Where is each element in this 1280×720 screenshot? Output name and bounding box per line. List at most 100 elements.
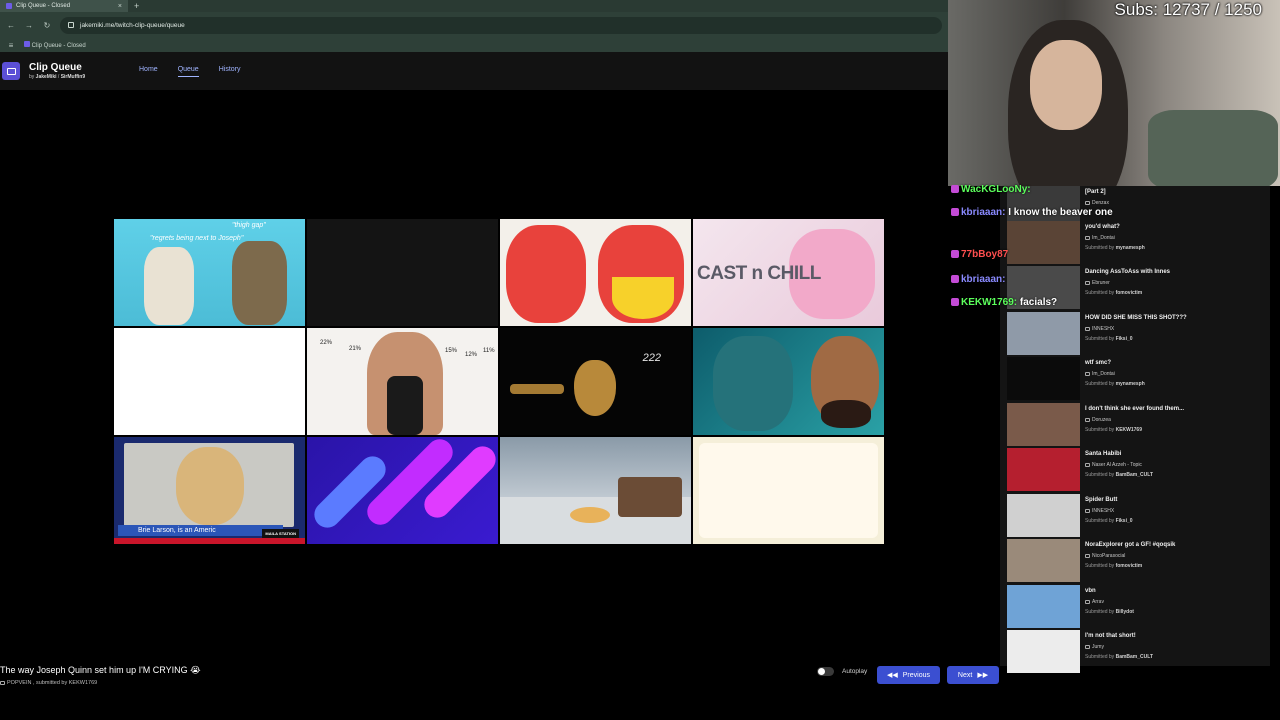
streamer-webcam: Subs: 12737 / 1250 — [948, 0, 1280, 186]
tab-close-icon[interactable]: × — [118, 3, 122, 10]
thumb-caption: 21% — [349, 346, 362, 352]
queue-item[interactable]: wtf smc? Im_Dontai Submitted by mynamesph — [1007, 357, 1267, 400]
thumb-dark-scene[interactable] — [307, 219, 498, 326]
news-lower-third: Brie Larson, is an Americ — [118, 525, 283, 536]
youtube-icon — [1085, 553, 1090, 558]
youtube-icon — [1085, 599, 1090, 604]
author-link-sirmuffin[interactable]: SirMuffin9 — [61, 74, 85, 80]
queue-thumbnail — [1007, 448, 1080, 491]
previous-button[interactable]: ◀◀ Previous — [877, 666, 940, 684]
author-link-jakemiki[interactable]: JakeMiki — [36, 74, 57, 80]
chat-username: WacKGLooNy: — [961, 184, 1031, 195]
youtube-icon — [0, 680, 5, 685]
url-field[interactable]: jakemiki.me/twitch-clip-queue/queue — [60, 16, 942, 34]
queue-item[interactable]: I don't think she ever found them... Doru… — [1007, 403, 1267, 446]
back-arrow-icon[interactable]: ← — [6, 21, 16, 30]
queue-thumbnail — [1007, 585, 1080, 628]
nav-home[interactable]: Home — [139, 66, 158, 77]
queue-item-submitter: Submitted by Fiksi_0 — [1085, 336, 1133, 342]
reload-icon[interactable]: ↻ — [42, 21, 52, 30]
autoplay-label: Autoplay — [842, 668, 868, 675]
tv-logo-icon — [2, 62, 20, 80]
chat-username: KEKW1769: — [961, 297, 1020, 308]
queue-item-title: NoraExplorer got a GF! #qoqsik — [1085, 542, 1176, 548]
queue-item[interactable]: vbn Arrav Submitted by Billydot — [1007, 585, 1267, 628]
thumb-caption: 22% — [320, 340, 333, 346]
chat-text: I know the beaver one — [1008, 207, 1113, 218]
thumb-purple-stripes[interactable] — [307, 437, 498, 544]
queue-item-channel: Doruzea — [1085, 417, 1111, 423]
thumb-caption: "regrets being next to Joseph" — [150, 235, 244, 242]
queue-item[interactable]: you'd what? Im_Dontai Submitted by mynames… — [1007, 221, 1267, 264]
youtube-icon — [1085, 235, 1090, 240]
youtube-icon — [1085, 417, 1090, 422]
bookmarks-bar: ≡ Clip Queue - Closed — [0, 38, 948, 52]
queue-item-title: you'd what? — [1085, 224, 1120, 230]
now-playing-title: The way Joseph Quinn set him up I'M CRYI… — [0, 665, 201, 675]
thumb-caption: 222 — [642, 352, 661, 364]
queue-item-channel: INNESHX — [1085, 508, 1114, 514]
thumb-lock-key[interactable]: 222 — [500, 328, 691, 435]
app-header: Clip Queue by JakeMiki / SirMuffin9 Home… — [0, 52, 948, 90]
chat-username: kbriaaan: — [961, 207, 1009, 218]
queue-item[interactable]: HOW DID SHE MISS THIS SHOT??? INNESHX Subm… — [1007, 312, 1267, 355]
nav-history[interactable]: History — [219, 66, 241, 77]
queue-item[interactable]: Spider Butt INNESHX Submitted by Fiksi_0 — [1007, 494, 1267, 537]
queue-item-title: wtf smc? — [1085, 360, 1112, 366]
queue-item-title: HOW DID SHE MISS THIS SHOT??? — [1085, 315, 1187, 321]
thumb-body-fat[interactable]: 22% 21% 15% 12% 11% — [307, 328, 498, 435]
queue-item-submitter: Submitted by KEKW1769 — [1085, 427, 1142, 433]
queue-item[interactable]: I'm not that short! Jumy Submitted by BamB… — [1007, 630, 1267, 673]
bookmark-item[interactable]: Clip Queue - Closed — [24, 41, 86, 49]
queue-item-channel: Jumy — [1085, 644, 1104, 650]
nav-queue[interactable]: Queue — [177, 66, 199, 77]
queue-thumbnail — [1007, 494, 1080, 537]
youtube-icon — [1085, 200, 1090, 205]
queue-item-channel: Ebruner — [1085, 280, 1110, 286]
thumb-cast-n-chill[interactable]: CAST n CHILL — [693, 219, 884, 326]
crying-emoji-icon: 😭 — [190, 665, 201, 675]
address-bar: ← → ↻ jakemiki.me/twitch-clip-queue/queu… — [0, 12, 948, 38]
bookmark-label: Clip Queue - Closed — [31, 43, 86, 49]
queue-item[interactable]: Santa Habibi Naser Al Azzeh - Topic Submit… — [1007, 448, 1267, 491]
new-tab-icon[interactable]: + — [134, 1, 139, 11]
forward-arrow-icon[interactable]: → — [24, 21, 34, 30]
queue-item-channel: Naser Al Azzeh - Topic — [1085, 462, 1142, 468]
queue-item-title: I don't think she ever found them... — [1085, 406, 1185, 412]
queue-item-submitter: Submitted by fomovictim — [1085, 563, 1143, 569]
thumb-brie-larson[interactable]: Brie Larson, is an Americ MAILA STATION — [114, 437, 305, 544]
autoplay-toggle[interactable] — [817, 667, 834, 676]
chat-username: kbriaaan: — [961, 274, 1006, 285]
now-playing-meta: POPVEIN , submitted by KEKW1769 — [0, 680, 97, 686]
subs-counter: Subs: 12737 / 1250 — [1114, 0, 1262, 19]
chat-badge-icon — [951, 298, 959, 307]
thumb-caption: "thigh gap" — [232, 222, 266, 229]
youtube-icon — [1085, 644, 1090, 649]
queue-item-title: Dancing AssToAss with Innes — [1085, 269, 1171, 275]
queue-thumbnail — [1007, 221, 1080, 264]
youtube-icon — [1085, 508, 1090, 513]
chat-message: KEKW1769: facials? — [951, 297, 1057, 308]
next-button[interactable]: Next ▶▶ — [947, 666, 999, 684]
rewind-icon: ◀◀ — [886, 672, 898, 679]
queue-item-channel: Denzax — [1085, 200, 1109, 206]
queue-item[interactable]: NoraExplorer got a GF! #qoqsik NicoParaso… — [1007, 539, 1267, 582]
chat-message: kbriaaan: — [951, 274, 1005, 285]
chat-text: facials? — [1019, 297, 1058, 308]
chat-badge-icon — [951, 185, 959, 194]
thumb-cream-frame[interactable] — [693, 437, 884, 544]
chat-message: WacKGLooNy: — [951, 184, 1031, 195]
site-info-icon[interactable] — [68, 22, 74, 28]
thumb-cartoon-umbrella[interactable] — [500, 219, 691, 326]
app-title: Clip Queue — [29, 62, 82, 73]
youtube-icon — [1085, 371, 1090, 376]
app-byline: by JakeMiki / SirMuffin9 — [29, 74, 86, 80]
browser-tab[interactable]: Clip Queue - Closed × — [0, 0, 128, 12]
apps-icon[interactable]: ≡ — [6, 41, 16, 50]
thumb-blank-white[interactable] — [114, 328, 305, 435]
thumb-regrets[interactable]: "regrets being next to Joseph" "thigh ga… — [114, 219, 305, 326]
thumb-caption: 11% — [483, 348, 495, 354]
thumb-snow-village[interactable] — [500, 437, 691, 544]
thumb-mermaid-reaction[interactable] — [693, 328, 884, 435]
queue-item-title: [Part 2] — [1085, 189, 1106, 195]
